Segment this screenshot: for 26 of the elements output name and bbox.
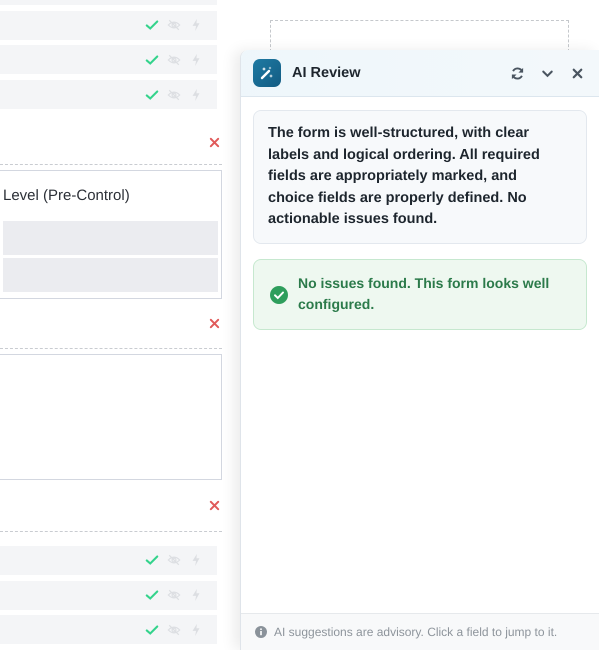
refresh-icon[interactable] bbox=[510, 66, 525, 80]
field-row[interactable] bbox=[0, 580, 217, 610]
magic-wand-icon bbox=[253, 59, 281, 87]
result-message: No issues found. This form looks well configured. bbox=[298, 274, 550, 314]
field-row[interactable] bbox=[0, 546, 217, 575]
panel-title: AI Review bbox=[292, 65, 362, 81]
review-summary: The form is well-structured, with clear labels and logical ordering. All required fields are appropriately marked, and choice fields are properly defined. No actionable issues found. bbox=[253, 110, 587, 244]
field-row[interactable] bbox=[0, 10, 217, 40]
eye-slash-icon[interactable] bbox=[167, 88, 181, 102]
field-row[interactable] bbox=[0, 80, 217, 110]
field-row[interactable] bbox=[0, 45, 217, 74]
field-row[interactable] bbox=[0, 615, 217, 644]
eye-slash-icon[interactable] bbox=[167, 52, 181, 67]
check-circle-icon bbox=[270, 286, 288, 304]
info-icon bbox=[255, 626, 267, 638]
delete-icon[interactable] bbox=[209, 136, 220, 148]
footer-note: AI suggestions are advisory. Click a field to jump to it. bbox=[274, 625, 558, 639]
eye-slash-icon[interactable] bbox=[167, 588, 181, 602]
eye-slash-icon[interactable] bbox=[167, 622, 181, 637]
eye-slash-icon[interactable] bbox=[167, 18, 181, 32]
delete-icon[interactable] bbox=[209, 500, 220, 511]
delete-icon[interactable] bbox=[209, 318, 220, 329]
text-area[interactable] bbox=[0, 354, 222, 480]
close-icon[interactable] bbox=[570, 66, 585, 80]
eye-slash-icon[interactable] bbox=[167, 553, 181, 568]
choice-label: Level (Pre-Control) bbox=[3, 186, 131, 206]
